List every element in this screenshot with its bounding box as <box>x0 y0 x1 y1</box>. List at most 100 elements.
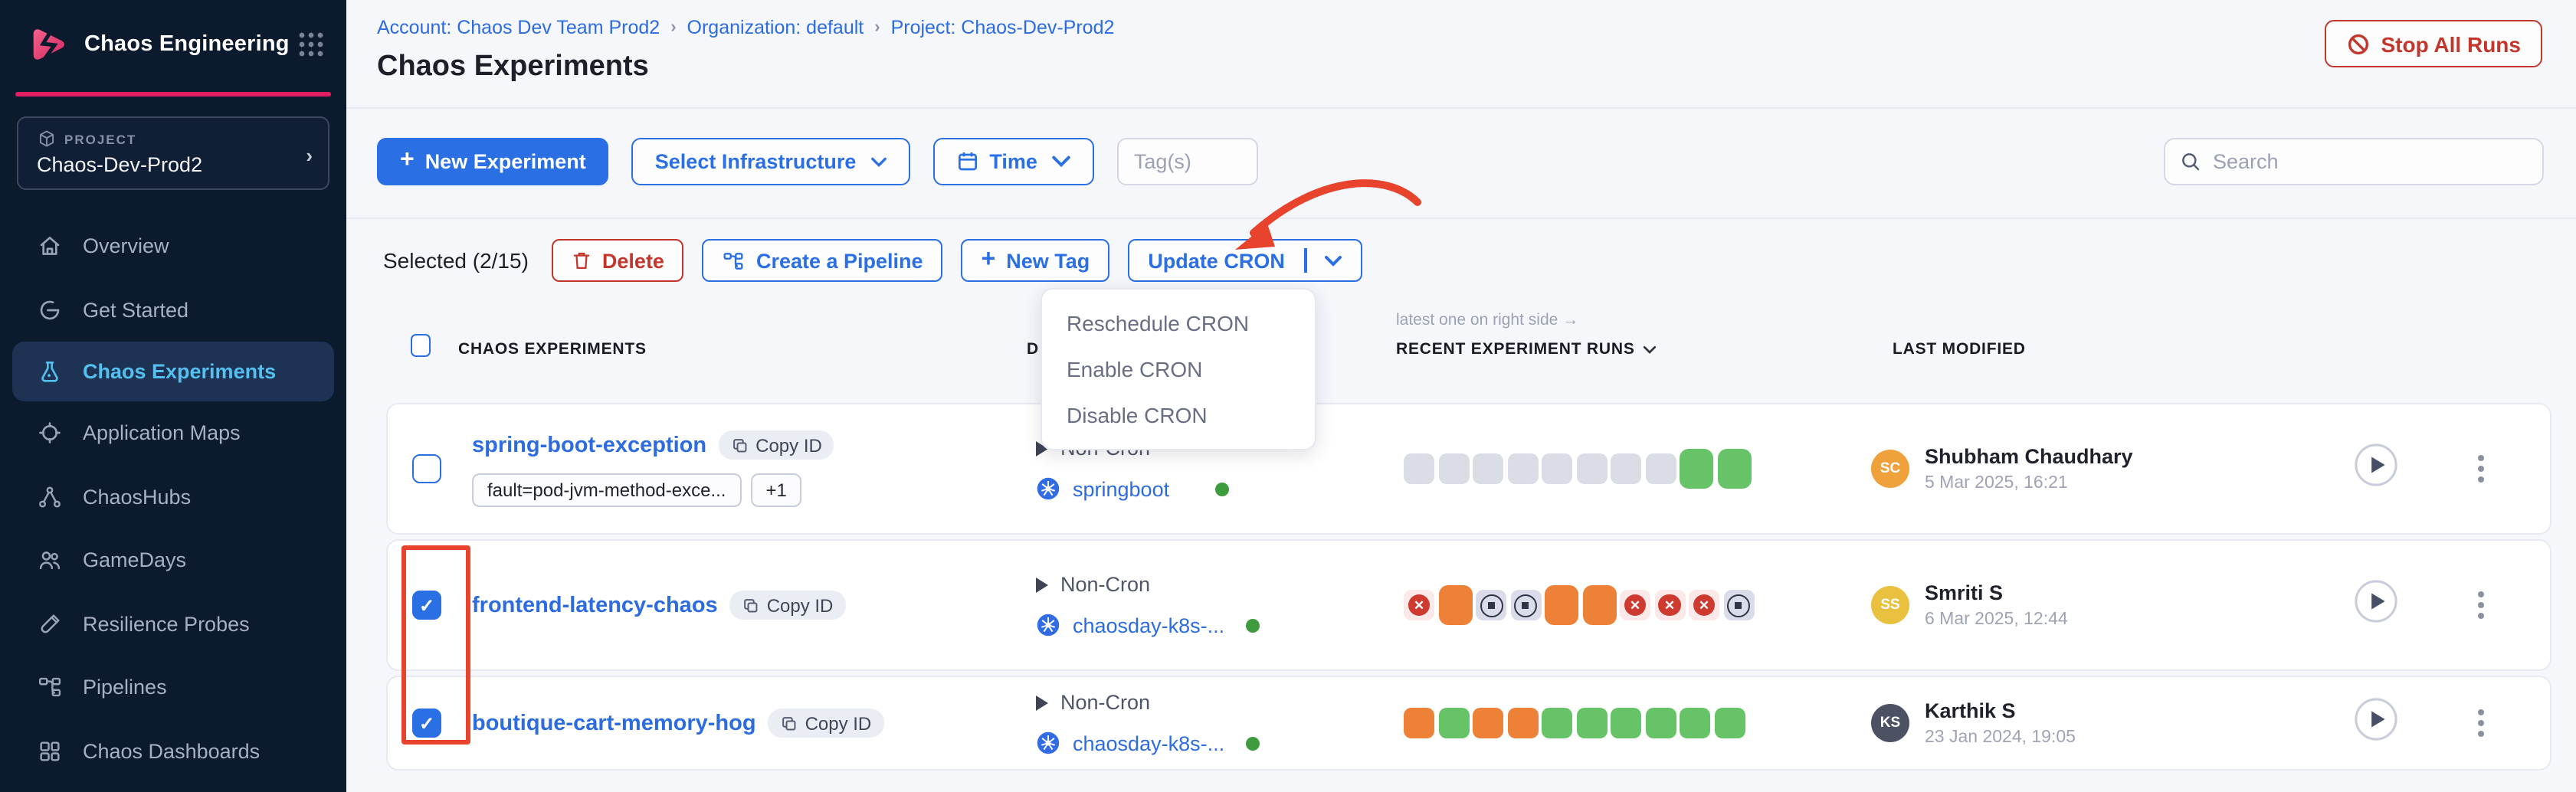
recent-runs-strip <box>1404 449 1751 489</box>
sidebar-item-label: Overview <box>83 235 169 258</box>
checkbox[interactable] <box>412 454 441 483</box>
more-tags-badge[interactable]: +1 <box>751 473 802 507</box>
run-indicator-empty[interactable] <box>1611 453 1641 484</box>
row-menu-button[interactable] <box>2472 703 2490 743</box>
selected-count-label: Selected (2/15) <box>383 248 529 273</box>
sidebar-item-pipelines[interactable]: Pipelines <box>0 656 346 719</box>
checkbox[interactable] <box>412 709 441 738</box>
run-indicator-stopped[interactable] <box>1476 590 1506 620</box>
run-indicator-passed[interactable] <box>1680 708 1710 738</box>
expand-triangle-icon[interactable] <box>1036 695 1048 710</box>
project-selector[interactable]: PROJECT Chaos-Dev-Prod2 › <box>17 116 329 190</box>
sidebar-item-gamedays[interactable]: GameDays <box>0 529 346 592</box>
select-all-checkbox[interactable] <box>411 334 431 357</box>
run-indicator-failed[interactable] <box>1404 590 1434 620</box>
experiment-tag[interactable]: fault=pod-jvm-method-exce... <box>472 473 742 507</box>
run-indicator-stopped[interactable] <box>1510 590 1541 620</box>
tags-filter-input[interactable] <box>1117 138 1258 185</box>
sidebar-item-chaos-experiments[interactable]: Chaos Experiments <box>12 342 334 401</box>
expand-triangle-icon[interactable] <box>1036 577 1048 592</box>
play-icon <box>2354 697 2398 741</box>
delete-button[interactable]: Delete <box>552 239 684 282</box>
run-experiment-button[interactable] <box>2354 697 2398 749</box>
stop-all-runs-label: Stop All Runs <box>2381 31 2521 56</box>
run-indicator-empty[interactable] <box>1438 453 1469 484</box>
experiment-link[interactable]: boutique-cart-memory-hog <box>472 711 756 735</box>
sidebar-item-chaos-dashboards[interactable]: Chaos Dashboards <box>0 719 346 783</box>
run-indicator-failed[interactable] <box>1620 590 1650 620</box>
stop-all-runs-button[interactable]: Stop All Runs <box>2324 20 2542 67</box>
run-indicator-failed[interactable] <box>1689 590 1719 620</box>
update-cron-split-button[interactable]: Update CRON <box>1128 239 1362 282</box>
app-switcher-grid-icon[interactable] <box>297 31 325 58</box>
run-indicator-running[interactable] <box>1404 708 1434 738</box>
run-experiment-button[interactable] <box>2354 443 2398 495</box>
run-indicator-running[interactable] <box>1507 708 1538 738</box>
chevron-down-icon <box>1643 344 1657 355</box>
sidebar-item-label: Resilience Probes <box>83 613 250 636</box>
run-indicator-running[interactable] <box>1545 585 1578 625</box>
sidebar-item-resilience-probes[interactable]: Resilience Probes <box>0 592 346 656</box>
toolbar: + New Experiment Select Infrastructure T… <box>377 138 1258 185</box>
run-indicator-passed[interactable] <box>1438 708 1469 738</box>
row-checkbox[interactable] <box>412 591 441 620</box>
row-checkbox[interactable] <box>412 454 441 483</box>
run-experiment-button[interactable] <box>2354 579 2398 631</box>
infrastructure-link[interactable]: chaosday-k8s-... <box>1073 614 1224 637</box>
select-infrastructure-dropdown[interactable]: Select Infrastructure <box>632 138 910 185</box>
kubernetes-icon <box>1036 476 1060 501</box>
run-indicator-empty[interactable] <box>1473 453 1503 484</box>
row-menu-button[interactable] <box>2472 449 2490 489</box>
row-checkbox[interactable] <box>412 709 441 738</box>
get-started-icon <box>37 297 63 323</box>
run-indicator-passed[interactable] <box>1645 708 1676 738</box>
new-tag-button[interactable]: + New Tag <box>962 239 1110 282</box>
run-indicator-running[interactable] <box>1438 585 1472 625</box>
menu-item-reschedule-cron[interactable]: Reschedule CRON <box>1042 300 1315 346</box>
sidebar-item-get-started[interactable]: Get Started <box>0 278 346 342</box>
chevron-down-icon[interactable] <box>1324 254 1342 267</box>
sidebar-item-application-maps[interactable]: Application Maps <box>0 401 346 465</box>
online-status-dot <box>1215 482 1229 496</box>
run-indicator-empty[interactable] <box>1404 453 1434 484</box>
copy-id-button[interactable]: Copy ID <box>719 430 834 460</box>
checkbox[interactable] <box>412 591 441 620</box>
app-window: Chaos Engineering PROJECT Chaos-Dev-Prod… <box>0 0 2576 792</box>
sidebar-item-overview[interactable]: Overview <box>0 214 346 278</box>
sidebar-item-chaoshubs[interactable]: ChaosHubs <box>0 465 346 529</box>
copy-id-button[interactable]: Copy ID <box>769 709 884 738</box>
run-indicator-passed[interactable] <box>1680 449 1713 489</box>
breadcrumb-org-link[interactable]: Organization: default <box>687 17 864 38</box>
run-indicator-running[interactable] <box>1473 708 1503 738</box>
run-indicator-passed[interactable] <box>1576 708 1607 738</box>
run-indicator-passed[interactable] <box>1717 449 1751 489</box>
row-menu-button[interactable] <box>2472 585 2490 625</box>
breadcrumb-account-link[interactable]: Account: Chaos Dev Team Prod2 <box>377 17 660 38</box>
run-indicator-empty[interactable] <box>1645 453 1676 484</box>
run-indicator-running[interactable] <box>1582 585 1616 625</box>
run-indicator-stopped[interactable] <box>1723 590 1754 620</box>
create-pipeline-button[interactable]: Create a Pipeline <box>703 239 943 282</box>
sidebar-item-label: ChaosHubs <box>83 486 191 509</box>
time-filter-dropdown[interactable]: Time <box>932 138 1094 185</box>
run-indicator-passed[interactable] <box>1542 708 1572 738</box>
sidebar-item-label: Get Started <box>83 299 188 322</box>
infrastructure-link[interactable]: springboot <box>1073 477 1169 500</box>
run-indicator-failed[interactable] <box>1654 590 1685 620</box>
menu-item-disable-cron[interactable]: Disable CRON <box>1042 392 1315 438</box>
column-header-recent-runs[interactable]: RECENT EXPERIMENT RUNS <box>1396 340 1657 358</box>
run-indicator-passed[interactable] <box>1611 708 1641 738</box>
menu-item-enable-cron[interactable]: Enable CRON <box>1042 346 1315 392</box>
run-indicator-passed[interactable] <box>1714 708 1745 738</box>
infrastructure-link[interactable]: chaosday-k8s-... <box>1073 731 1224 754</box>
run-indicator-empty[interactable] <box>1576 453 1607 484</box>
run-indicator-empty[interactable] <box>1507 453 1538 484</box>
run-indicator-empty[interactable] <box>1542 453 1572 484</box>
experiment-link[interactable]: spring-boot-exception <box>472 433 706 457</box>
copy-id-button[interactable]: Copy ID <box>730 591 846 620</box>
search-input[interactable] <box>2213 150 2528 173</box>
breadcrumb-project-link[interactable]: Project: Chaos-Dev-Prod2 <box>891 17 1115 38</box>
experiment-link[interactable]: frontend-latency-chaos <box>472 593 718 617</box>
column-header-experiments: CHAOS EXPERIMENTS <box>458 340 647 358</box>
new-experiment-button[interactable]: + New Experiment <box>377 138 609 185</box>
